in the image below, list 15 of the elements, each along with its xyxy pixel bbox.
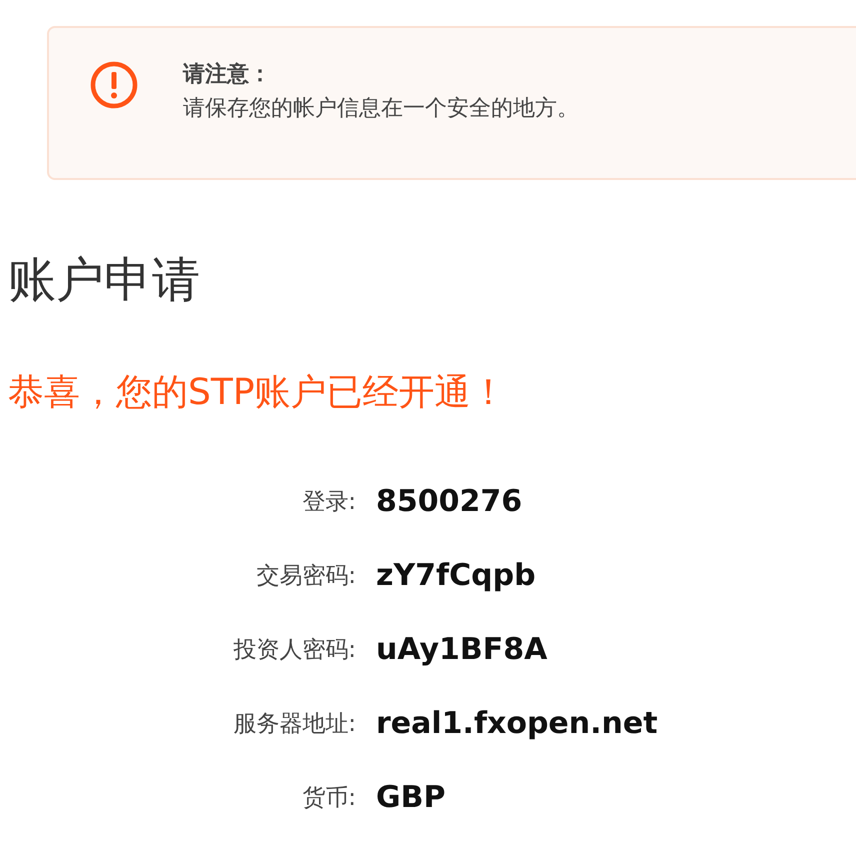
detail-label: 投资人密码: xyxy=(232,636,356,665)
notice-message: 请保存您的帐户信息在一个安全的地方。 xyxy=(183,95,579,123)
page-title: 账户申请 xyxy=(8,251,201,310)
notice-title: 请注意： xyxy=(183,61,272,89)
detail-value: uAy1BF8A xyxy=(376,631,548,669)
detail-value: zY7fCqpb xyxy=(376,557,537,595)
detail-label: 登录: xyxy=(301,488,356,517)
detail-value: real1.fxopen.net xyxy=(376,705,659,743)
detail-value: GBP xyxy=(376,779,446,817)
success-message: 恭喜，您的STP账户已经开通！ xyxy=(8,371,508,415)
detail-label: 货币: xyxy=(301,784,356,813)
warning-icon xyxy=(89,60,139,110)
detail-value: 8500276 xyxy=(376,483,524,521)
detail-label: 交易密码: xyxy=(255,562,356,591)
detail-label: 服务器地址: xyxy=(232,710,356,739)
